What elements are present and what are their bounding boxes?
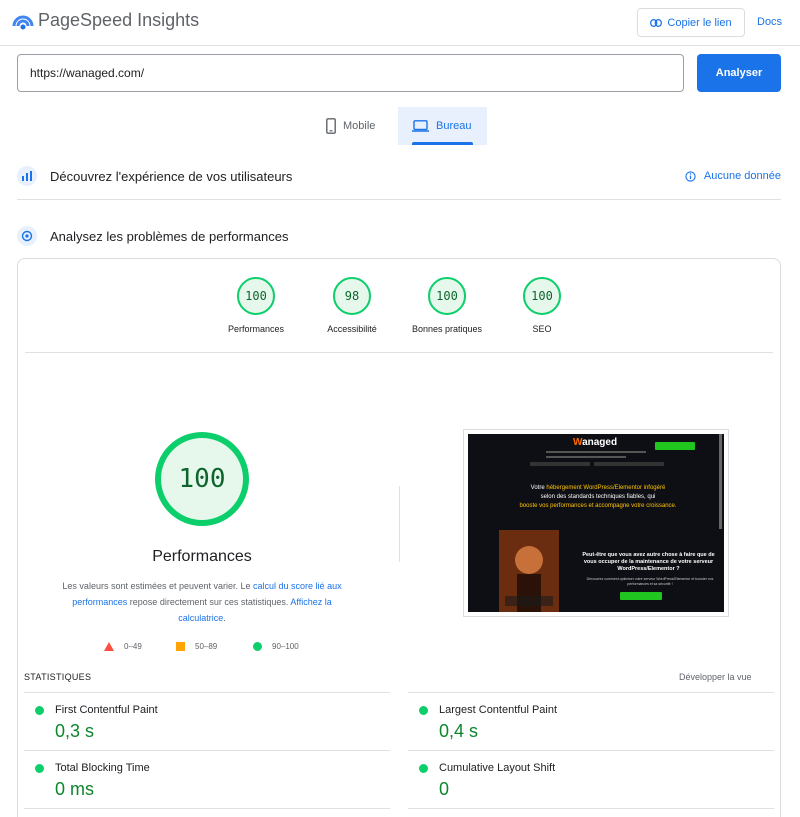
section-divider	[17, 199, 781, 200]
expand-view-toggle[interactable]: Développer la vue	[679, 672, 752, 682]
legend-average: 50–89	[176, 642, 217, 651]
disclaimer-text: .	[223, 613, 226, 623]
metric-cls: Cumulative Layout Shift 0	[408, 750, 774, 808]
score-gauge-accessibility[interactable]: 98 Accessibilité	[307, 277, 397, 334]
score-label: Performances	[227, 324, 285, 334]
screenshot-question: Peut-être que vous avez autre chose à fa…	[582, 552, 715, 572]
performance-diagnose-icon	[17, 226, 37, 246]
screenshot-headline-text: selon des standards techniques fiables, …	[540, 494, 656, 500]
score-label: Accessibilité	[327, 324, 377, 334]
legend-range: 90–100	[272, 642, 299, 651]
screenshot-scrollbar	[719, 434, 722, 529]
screenshot-content: Wanaged Votre hébergement WordPress/Elem…	[468, 434, 724, 612]
score-gauge-seo[interactable]: 100 SEO	[497, 277, 587, 334]
lab-data-header: Analysez les problèmes de performances	[17, 225, 781, 247]
score-value: 100	[523, 277, 561, 315]
disclaimer-text: repose directement sur ces statistiques.	[127, 597, 291, 607]
tab-desktop-label: Bureau	[436, 120, 472, 132]
info-icon	[685, 170, 696, 182]
users-experience-icon	[17, 166, 37, 186]
metric-name: Total Blocking Time	[55, 762, 150, 774]
app-title: PageSpeed Insights	[38, 10, 200, 30]
metric-value: 0,3 s	[55, 721, 95, 741]
tab-mobile[interactable]: Mobile	[312, 107, 398, 145]
screenshot-badge	[530, 462, 590, 466]
screenshot-headline-highlight: hébergement WordPress/Elementor infogéré	[546, 485, 666, 491]
fail-triangle-icon	[104, 642, 114, 651]
score-gauge-best-practices[interactable]: 100 Bonnes pratiques	[402, 277, 492, 334]
disclaimer-text: Les valeurs sont estimées et peuvent var…	[62, 581, 254, 591]
copy-link-label: Copier le lien	[667, 16, 732, 29]
pass-circle-icon	[35, 705, 44, 715]
metric-value: 0 ms	[55, 779, 95, 799]
metric-divider	[24, 808, 390, 809]
average-square-icon	[176, 642, 185, 651]
screenshot-text-line	[546, 451, 646, 453]
metric-value: 0,4 s	[439, 721, 479, 741]
docs-link[interactable]: Docs	[757, 16, 782, 28]
metric-value: 0	[439, 779, 450, 799]
gauges-divider	[25, 352, 773, 353]
screenshot-headline-text: booste vos performances et accompagne vo…	[519, 503, 677, 509]
score-value: 98	[333, 277, 371, 315]
screenshot-portrait-image	[499, 530, 559, 612]
metric-name: Largest Contentful Paint	[439, 704, 558, 716]
main-score-label: Performances	[152, 548, 252, 565]
legend-fail: 0–49	[104, 642, 142, 651]
score-gauge-performance[interactable]: 100 Performances	[211, 277, 301, 334]
metric-divider	[408, 808, 774, 809]
metric-name: First Contentful Paint	[55, 704, 158, 716]
screenshot-discover-button	[620, 592, 662, 600]
screenshot-cta-button	[655, 442, 695, 450]
score-label: Bonnes pratiques	[411, 324, 483, 334]
laptop-icon	[412, 120, 429, 132]
no-data-link[interactable]: Aucune donnée	[685, 170, 781, 182]
tab-desktop[interactable]: Bureau	[398, 107, 487, 145]
metric-fcp: First Contentful Paint 0,3 s	[24, 692, 390, 750]
metric-name: Cumulative Layout Shift	[439, 762, 556, 774]
tab-selected-indicator	[412, 142, 473, 145]
vertical-separator	[399, 486, 400, 562]
metric-tbt: Total Blocking Time 0 ms	[24, 750, 390, 808]
legend-range: 0–49	[124, 642, 142, 651]
link-icon	[650, 18, 663, 27]
no-data-label: Aucune donnée	[703, 170, 781, 182]
score-value: 100	[237, 277, 275, 315]
statistics-title: STATISTIQUES	[24, 672, 92, 682]
app-header: PageSpeed Insights Copier le lien Docs	[0, 0, 800, 46]
lab-data-title: Analysez les problèmes de performances	[50, 228, 289, 244]
field-data-title: Découvrez l'expérience de vos utilisateu…	[50, 168, 293, 184]
screenshot-headline-text: Votre	[530, 485, 547, 491]
pass-circle-icon	[35, 763, 44, 773]
copy-link-button[interactable]: Copier le lien	[637, 8, 745, 37]
screenshot-headline: Votre hébergement WordPress/Elementor in…	[488, 484, 708, 511]
pass-circle-icon	[419, 763, 428, 773]
final-screenshot[interactable]: Wanaged Votre hébergement WordPress/Elem…	[463, 429, 729, 617]
screenshot-badge	[594, 462, 664, 466]
url-input[interactable]	[17, 54, 684, 92]
pass-circle-icon	[419, 705, 428, 715]
screenshot-subtext: Découvrez comment optimiser votre serveu…	[586, 577, 714, 586]
legend-range: 50–89	[195, 642, 218, 651]
pass-circle-icon	[253, 642, 262, 651]
analyze-button[interactable]: Analyser	[697, 54, 781, 92]
tab-mobile-label: Mobile	[343, 120, 376, 132]
score-label: SEO	[532, 324, 552, 334]
score-value: 100	[428, 277, 466, 315]
field-data-header: Découvrez l'expérience de vos utilisateu…	[17, 165, 781, 187]
metric-lcp: Largest Contentful Paint 0,4 s	[408, 692, 774, 750]
legend-pass: 90–100	[253, 642, 299, 651]
pagespeed-logo[interactable]	[12, 12, 34, 32]
phone-icon	[326, 118, 336, 134]
screenshot-logo: Wanaged	[573, 437, 618, 448]
score-disclaimer: Les valeurs sont estimées et peuvent var…	[52, 578, 352, 626]
screenshot-text-line	[546, 456, 626, 458]
main-score-gauge: 100	[155, 432, 249, 526]
